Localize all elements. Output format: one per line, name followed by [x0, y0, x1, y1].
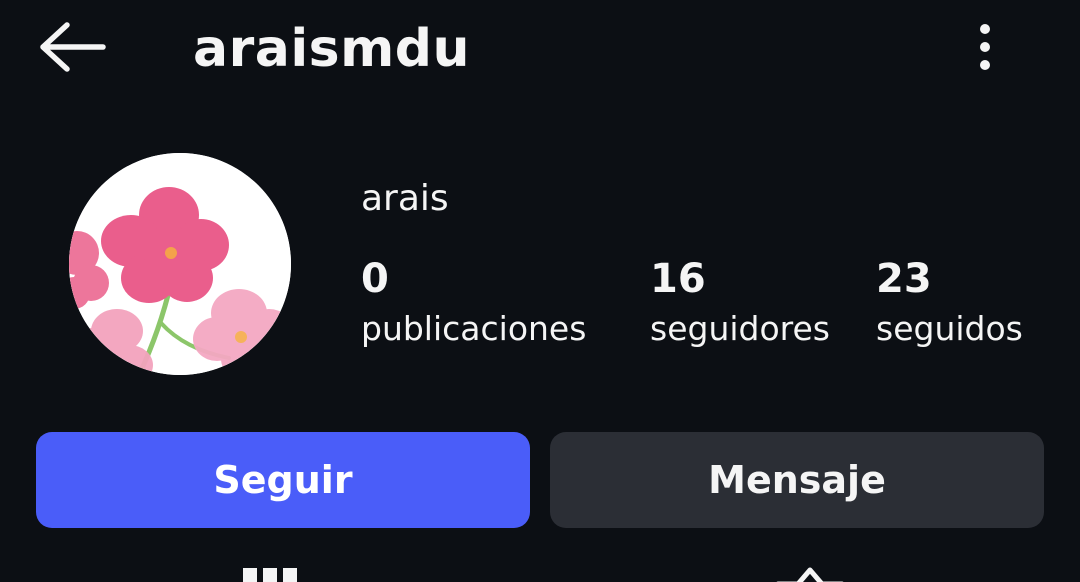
tab-tagged[interactable] [770, 560, 850, 582]
followers-count-value: 16 [650, 256, 706, 302]
more-options-button[interactable] [955, 18, 1015, 80]
arrow-left-icon [37, 22, 107, 76]
posts-count[interactable]: 0 publicaciones [361, 254, 586, 354]
profile-display-name: arais [361, 178, 449, 219]
more-vertical-icon [978, 22, 992, 76]
posts-count-label: publicaciones [361, 309, 587, 348]
following-count[interactable]: 23 seguidos [876, 254, 1023, 354]
posts-count-value: 0 [361, 256, 389, 302]
back-button[interactable] [32, 18, 112, 80]
flower-illustration [69, 153, 291, 375]
followers-count[interactable]: 16 seguidores [650, 254, 830, 354]
following-count-value: 23 [876, 256, 932, 302]
profile-avatar[interactable] [69, 153, 291, 375]
follow-button[interactable]: Seguir [36, 432, 530, 528]
followers-count-label: seguidores [650, 309, 831, 348]
header-username: araismdu [193, 19, 471, 79]
tab-posts-grid[interactable] [240, 560, 300, 582]
message-button[interactable]: Mensaje [550, 432, 1044, 528]
following-count-label: seguidos [876, 309, 1023, 348]
